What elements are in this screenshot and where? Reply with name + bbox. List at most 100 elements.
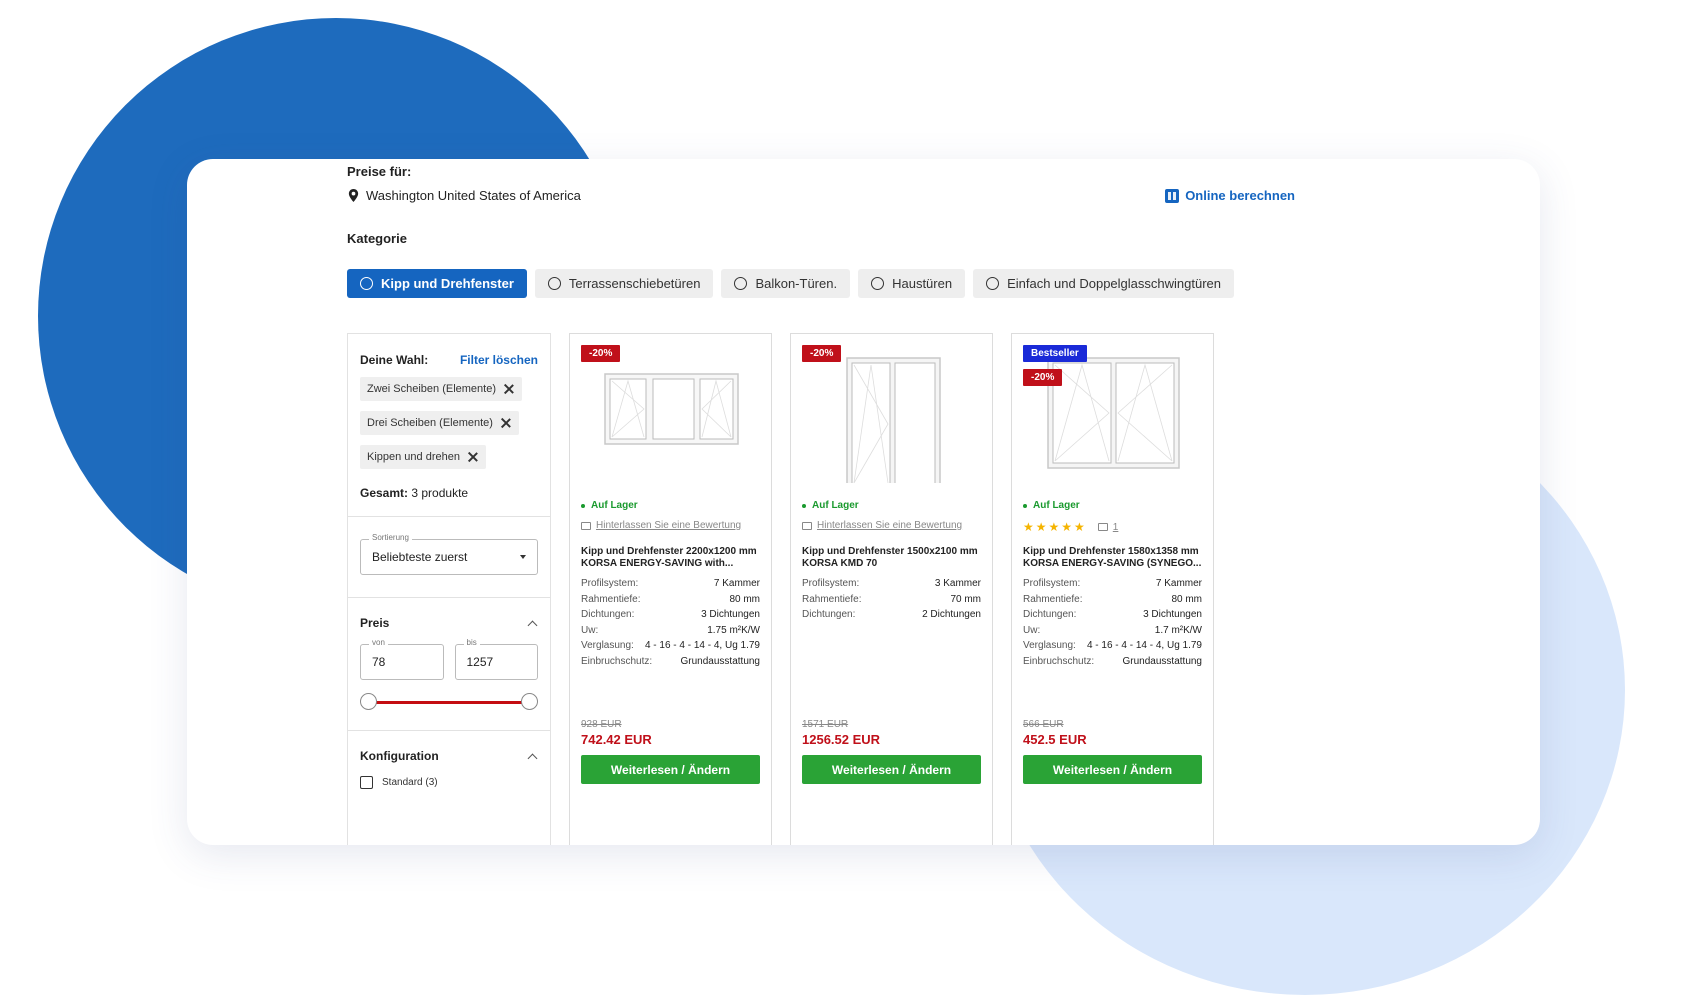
spec-key: Uw:	[581, 624, 599, 636]
chevron-up-icon[interactable]	[527, 620, 538, 630]
category-tab-terrassen[interactable]: Terrassenschiebetüren	[534, 269, 714, 298]
old-price: 566 EUR	[1023, 719, 1064, 730]
spec-value: 3 Kammer	[934, 578, 981, 589]
spec-row: Profilsystem: 3 Kammer	[802, 576, 981, 592]
filter-chip[interactable]: Drei Scheiben (Elemente)	[360, 411, 519, 435]
selection-title: Deine Wahl:	[360, 353, 429, 367]
spec-key: Verglasung:	[581, 640, 634, 651]
slider-thumb-max[interactable]	[521, 693, 538, 710]
details-button[interactable]: Weiterlesen / Ändern	[1023, 755, 1202, 784]
chip-label: Kippen und drehen	[367, 451, 460, 463]
product-specs: Profilsystem: 7 Kammer Rahmentiefe: 80 mm …	[1023, 576, 1202, 669]
slider-thumb-min[interactable]	[360, 693, 377, 710]
spec-row: Uw: 1.75 m²K/W	[581, 623, 760, 639]
comment-icon	[802, 521, 812, 530]
spec-key: Dichtungen:	[1023, 609, 1077, 620]
product-grid: -20% Auf Lager Hinterlassen Sie eine Bew…	[569, 333, 1214, 845]
online-calc-label: Online berechnen	[1185, 188, 1295, 203]
price-from-input[interactable]: von 78	[360, 638, 444, 680]
category-tab-kipp-dreh[interactable]: Kipp und Drehfenster	[347, 269, 527, 298]
total-count: Gesamt: 3 produkte	[360, 486, 538, 516]
shop-content: Preise für: Washington United States of …	[347, 159, 1295, 845]
filter-chip[interactable]: Zwei Scheiben (Elemente)	[360, 377, 523, 401]
spec-key: Profilsystem:	[802, 578, 860, 589]
radio-icon	[986, 277, 1000, 290]
product-title[interactable]: Kipp und Drehfenster 2200x1200 mm KORSA …	[581, 546, 760, 570]
sort-label: Sortierung	[369, 533, 412, 542]
price-from-value: 78	[372, 655, 386, 669]
stock-status: Auf Lager	[581, 500, 638, 511]
close-icon[interactable]	[504, 384, 514, 394]
spec-value: 7 Kammer	[1155, 578, 1202, 589]
spec-key: Profilsystem:	[1023, 578, 1081, 589]
category-tab-label: Terrassenschiebetüren	[568, 276, 701, 291]
spec-key: Dichtungen:	[802, 609, 856, 620]
spec-key: Verglasung:	[1023, 640, 1076, 651]
comment-count[interactable]: 1	[1113, 522, 1119, 533]
filter-sidebar: Deine Wahl: Filter löschen Zwei Scheiben…	[347, 333, 551, 845]
config-checkbox[interactable]	[360, 776, 373, 789]
spec-row: Profilsystem: 7 Kammer	[1023, 576, 1202, 592]
spec-row: Dichtungen: 3 Dichtungen	[581, 607, 760, 623]
category-tab-schwingtueren[interactable]: Einfach und Doppelglasschwingtüren	[973, 269, 1234, 298]
close-icon[interactable]	[468, 452, 478, 462]
sort-select[interactable]: Sortierung Beliebteste zuerst	[360, 533, 538, 575]
spec-value: 4 - 16 - 4 - 14 - 4, Ug 1.79	[1086, 640, 1202, 651]
spec-row: Dichtungen: 2 Dichtungen	[802, 607, 981, 623]
review-text: Hinterlassen Sie eine Bewertung	[817, 520, 963, 531]
price-slider[interactable]	[360, 690, 538, 714]
current-price: 1256.52 EUR	[802, 732, 881, 747]
category-tab-label: Einfach und Doppelglasschwingtüren	[1007, 276, 1221, 291]
star-rating: ★★★★★	[1023, 520, 1087, 534]
filter-chip[interactable]: Kippen und drehen	[360, 445, 486, 469]
chevron-up-icon[interactable]	[527, 753, 538, 763]
category-tabs: Kipp und Drehfenster Terrassenschiebetür…	[347, 269, 1234, 298]
old-price: 1571 EUR	[802, 719, 849, 730]
radio-icon	[871, 277, 885, 290]
slider-track	[368, 701, 530, 704]
product-title[interactable]: Kipp und Drehfenster 1500x2100 mm KORSA …	[802, 546, 981, 570]
stock-status: Auf Lager	[802, 500, 859, 511]
review-link[interactable]: Hinterlassen Sie eine Bewertung	[581, 520, 741, 531]
calculator-icon	[1165, 188, 1180, 203]
product-title[interactable]: Kipp und Drehfenster 1580x1358 mm KORSA …	[1023, 546, 1202, 570]
price-to-input[interactable]: bis 1257	[454, 638, 538, 680]
spec-value: 80 mm	[729, 593, 760, 605]
review-text: Hinterlassen Sie eine Bewertung	[596, 520, 742, 531]
spec-value: 3 Dichtungen	[701, 609, 760, 620]
shop-card: Preise für: Washington United States of …	[187, 159, 1540, 845]
spec-value: 1.75 m²K/W	[707, 624, 760, 636]
details-button[interactable]: Weiterlesen / Ändern	[581, 755, 760, 784]
online-calc-button[interactable]: Online berechnen	[1165, 188, 1295, 203]
product-card: -20% Auf Lager Hinterlassen Sie eine Bew…	[569, 333, 772, 845]
location[interactable]: Washington United States of America	[347, 188, 581, 203]
details-button[interactable]: Weiterlesen / Ändern	[802, 755, 981, 784]
spec-value: 80 mm	[1171, 593, 1202, 605]
window-image[interactable]	[590, 348, 753, 483]
spec-value: Grundausstattung	[680, 655, 761, 667]
spec-key: Dichtungen:	[581, 609, 635, 620]
review-link[interactable]: Hinterlassen Sie eine Bewertung	[802, 520, 962, 531]
rating-row[interactable]: ★★★★★ 1	[1023, 520, 1118, 534]
spec-row: Rahmentiefe: 80 mm	[581, 592, 760, 608]
filter-clear-link[interactable]: Filter löschen	[460, 353, 538, 367]
spec-row: Verglasung: 4 - 16 - 4 - 14 - 4, Ug 1.79	[1023, 638, 1202, 654]
category-tab-balkon[interactable]: Balkon-Türen.	[721, 269, 851, 298]
spec-row: Einbruchschutz: Grundausstattung	[1023, 654, 1202, 670]
spec-key: Einbruchschutz:	[581, 655, 653, 667]
category-tab-haustueren[interactable]: Haustüren	[858, 269, 966, 298]
spec-value: 70 mm	[950, 593, 981, 605]
current-price: 452.5 EUR	[1023, 732, 1087, 747]
category-label: Kategorie	[347, 231, 407, 246]
config-section: Konfiguration Standard (3)	[348, 731, 550, 789]
spec-value: 7 Kammer	[713, 578, 760, 589]
selection-section: Deine Wahl: Filter löschen Zwei Scheiben…	[348, 334, 550, 517]
window-image[interactable]	[811, 348, 974, 483]
price-from-label: von	[369, 638, 388, 647]
price-to-value: 1257	[466, 655, 494, 669]
bestseller-badge: Bestseller	[1023, 345, 1087, 362]
spec-row: Rahmentiefe: 80 mm	[1023, 592, 1202, 608]
category-tab-label: Kipp und Drehfenster	[381, 276, 514, 291]
close-icon[interactable]	[501, 418, 511, 428]
chip-label: Zwei Scheiben (Elemente)	[367, 383, 497, 395]
